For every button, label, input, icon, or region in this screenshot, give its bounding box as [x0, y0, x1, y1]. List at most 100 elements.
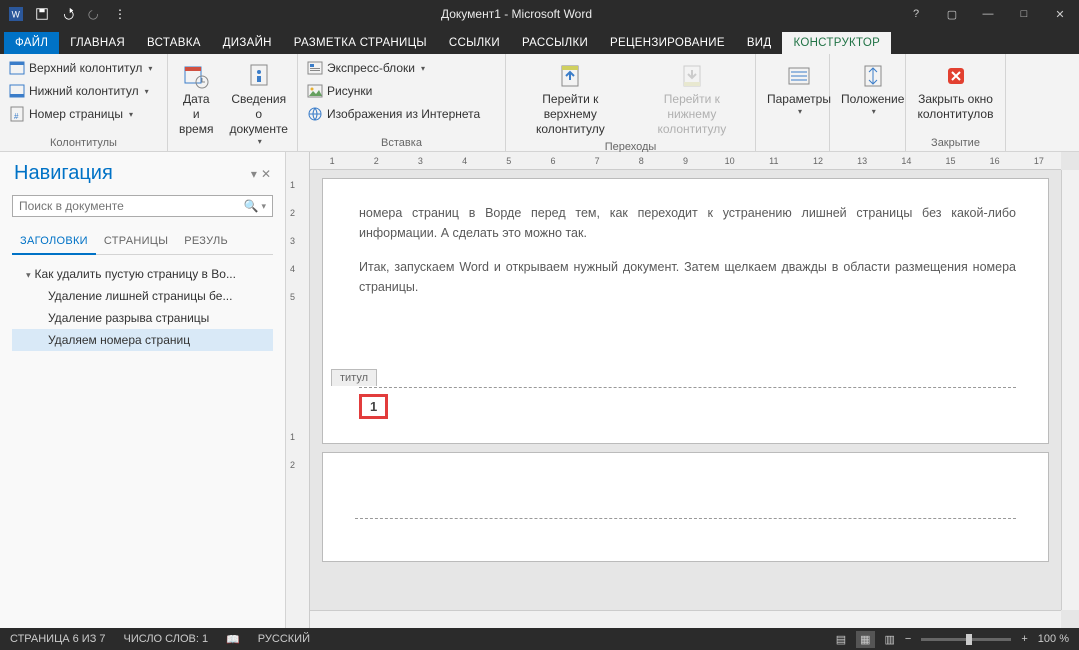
redo-button[interactable]: [82, 3, 106, 25]
ribbon-options-button[interactable]: ▢: [937, 3, 967, 25]
tab-file[interactable]: ФАЙЛ: [4, 32, 59, 54]
tab-design[interactable]: ДИЗАЙН: [212, 32, 283, 54]
search-dropdown-icon[interactable]: ▾: [261, 201, 266, 212]
pages-viewport[interactable]: номера страниц в Ворде перед тем, как пе…: [310, 170, 1061, 610]
tab-view[interactable]: ВИД: [736, 32, 783, 54]
close-window-button[interactable]: ✕: [1045, 3, 1075, 25]
group-close-label: Закрытие: [912, 135, 999, 149]
footer-tab-label: титул: [331, 369, 377, 386]
nav-tab-pages[interactable]: СТРАНИЦЫ: [96, 229, 176, 254]
date-time-button[interactable]: Дата и время: [174, 58, 218, 149]
minimize-button[interactable]: —: [973, 3, 1003, 25]
nav-dropdown-icon[interactable]: ▾: [251, 167, 257, 181]
tab-review[interactable]: РЕЦЕНЗИРОВАНИЕ: [599, 32, 736, 54]
svg-text:#: #: [14, 112, 19, 121]
goto-header-label: Перейти к верхнему колонтитулу: [517, 92, 624, 137]
zoom-slider[interactable]: [921, 638, 1011, 641]
nav-item[interactable]: Удаляем номера страниц: [12, 329, 273, 351]
nav-item[interactable]: Удаление лишней страницы бе...: [12, 285, 273, 307]
position-button[interactable]: Положение: [836, 58, 909, 147]
nav-title: Навигация: [14, 162, 113, 185]
undo-button[interactable]: [56, 3, 80, 25]
svg-text:W: W: [12, 10, 21, 20]
view-read-mode-button[interactable]: ▤: [836, 633, 846, 646]
pictures-button[interactable]: Рисунки: [304, 81, 483, 101]
online-pictures-label: Изображения из Интернета: [327, 107, 480, 121]
page-number-highlight[interactable]: 1: [359, 394, 388, 419]
header-area[interactable]: [355, 459, 1016, 519]
save-button[interactable]: [30, 3, 54, 25]
group-headers-footers-label: Колонтитулы: [6, 135, 161, 149]
body-text[interactable]: Итак, запускаем Word и открываем нужный …: [359, 257, 1016, 297]
quick-parts-button[interactable]: Экспресс-блоки: [304, 58, 483, 78]
ribbon-tabs: ФАЙЛ ГЛАВНАЯ ВСТАВКА ДИЗАЙН РАЗМЕТКА СТР…: [0, 28, 1079, 54]
tab-mailings[interactable]: РАССЫЛКИ: [511, 32, 599, 54]
tab-references[interactable]: ССЫЛКИ: [438, 32, 511, 54]
nav-headings-list: Как удалить пустую страницу в Во... Удал…: [8, 263, 277, 351]
group-insert-label: Вставка: [304, 135, 499, 149]
goto-footer-button: Перейти к нижнему колонтитулу: [635, 58, 749, 139]
maximize-button[interactable]: □: [1009, 3, 1039, 25]
online-pictures-button[interactable]: Изображения из Интернета: [304, 104, 483, 124]
page-number-label: Номер страницы: [29, 107, 123, 121]
pictures-label: Рисунки: [327, 84, 372, 98]
status-word-count[interactable]: ЧИСЛО СЛОВ: 1: [124, 633, 209, 645]
view-print-layout-button[interactable]: ▦: [856, 631, 874, 648]
header-button[interactable]: Верхний колонтитул: [6, 58, 155, 78]
status-language[interactable]: РУССКИЙ: [258, 633, 310, 645]
nav-tab-results[interactable]: РЕЗУЛЬ: [176, 229, 236, 254]
page-body[interactable]: номера страниц в Ворде перед тем, как пе…: [322, 178, 1049, 444]
nav-tab-headings[interactable]: ЗАГОЛОВКИ: [12, 229, 96, 255]
tab-insert[interactable]: ВСТАВКА: [136, 32, 212, 54]
vertical-ruler[interactable]: 1 2 3 4 5 1 2: [286, 152, 310, 628]
document-area: 1 2 3 4 5 1 2 1234567891011121314151617 …: [286, 152, 1079, 628]
tab-design-header-footer[interactable]: КОНСТРУКТОР: [782, 32, 891, 54]
help-button[interactable]: ?: [901, 3, 931, 25]
options-label: Параметры: [767, 92, 831, 107]
navigation-pane: Навигация ▾ ✕ 🔍 ▾ ЗАГОЛОВКИ СТРАНИЦЫ РЕЗ…: [0, 152, 286, 628]
search-icon[interactable]: 🔍: [244, 199, 259, 213]
goto-footer-label: Перейти к нижнему колонтитулу: [640, 92, 744, 137]
options-button[interactable]: Параметры: [762, 58, 836, 147]
titlebar: W ⋮ Документ1 - Microsoft Word ? ▢ — □ ✕: [0, 0, 1079, 28]
close-hf-label: Закрыть окно колонтитулов: [917, 92, 994, 122]
close-header-footer-button[interactable]: Закрыть окно колонтитулов: [912, 58, 999, 135]
status-spellcheck-icon[interactable]: 📖: [226, 633, 240, 646]
window-controls: ? ▢ — □ ✕: [901, 3, 1075, 25]
page-number-button[interactable]: # Номер страницы: [6, 104, 155, 124]
next-page[interactable]: [322, 452, 1049, 562]
position-label: Положение: [841, 92, 904, 107]
group-navigation-label: Переходы: [512, 139, 749, 153]
nav-tabs: ЗАГОЛОВКИ СТРАНИЦЫ РЕЗУЛЬ: [12, 229, 273, 255]
zoom-level[interactable]: 100 %: [1038, 633, 1069, 645]
qat-customize-button[interactable]: ⋮: [108, 3, 132, 25]
footer-label: Нижний колонтитул: [29, 84, 139, 98]
zoom-in-button[interactable]: +: [1021, 633, 1027, 645]
header-label: Верхний колонтитул: [29, 61, 142, 75]
goto-header-button[interactable]: Перейти к верхнему колонтитулу: [512, 58, 629, 139]
quick-parts-label: Экспресс-блоки: [327, 61, 415, 75]
view-web-layout-button[interactable]: ▥: [885, 633, 895, 646]
footer-area[interactable]: титул 1: [359, 387, 1016, 419]
horizontal-scrollbar[interactable]: [310, 610, 1061, 628]
tab-layout[interactable]: РАЗМЕТКА СТРАНИЦЫ: [283, 32, 438, 54]
nav-item[interactable]: Удаление разрыва страницы: [12, 307, 273, 329]
doc-info-button[interactable]: Сведения о документе: [224, 58, 293, 149]
body-text[interactable]: номера страниц в Ворде перед тем, как пе…: [359, 203, 1016, 243]
doc-info-label: Сведения о документе: [229, 92, 288, 137]
ribbon: Верхний колонтитул Нижний колонтитул # Но…: [0, 54, 1079, 152]
status-page[interactable]: СТРАНИЦА 6 ИЗ 7: [10, 633, 106, 645]
footer-button[interactable]: Нижний колонтитул: [6, 81, 155, 101]
horizontal-ruler[interactable]: 1234567891011121314151617: [310, 152, 1061, 170]
quick-access-toolbar: W ⋮: [4, 3, 132, 25]
nav-item[interactable]: Как удалить пустую страницу в Во...: [12, 263, 273, 285]
search-input[interactable]: [19, 199, 244, 213]
tab-home[interactable]: ГЛАВНАЯ: [59, 32, 136, 54]
nav-close-button[interactable]: ✕: [261, 167, 271, 181]
zoom-out-button[interactable]: −: [905, 633, 911, 645]
date-time-label: Дата и время: [179, 92, 213, 137]
nav-search-box[interactable]: 🔍 ▾: [12, 195, 273, 217]
vertical-scrollbar[interactable]: [1061, 170, 1079, 610]
status-bar: СТРАНИЦА 6 ИЗ 7 ЧИСЛО СЛОВ: 1 📖 РУССКИЙ …: [0, 628, 1079, 650]
word-icon: W: [4, 3, 28, 25]
